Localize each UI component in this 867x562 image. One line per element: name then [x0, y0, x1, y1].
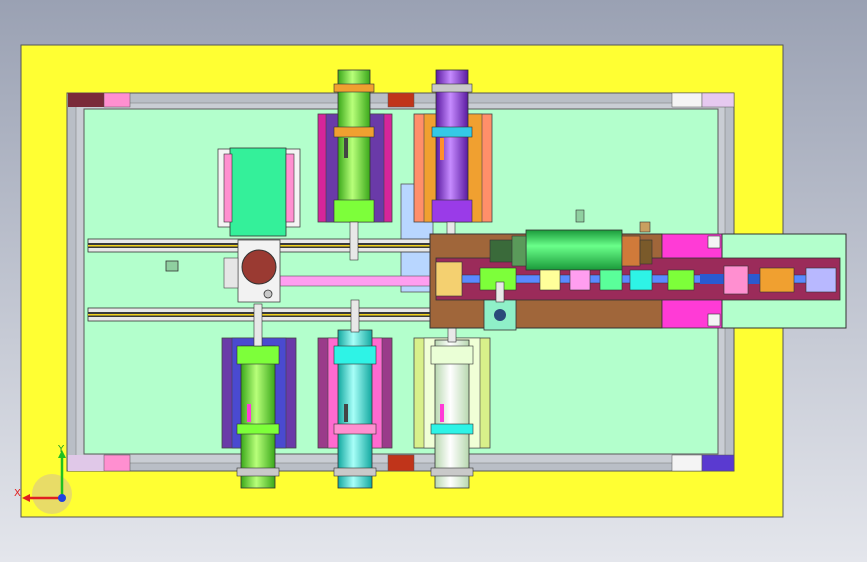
- x-axis-label: X: [14, 488, 21, 499]
- z-axis-dot-icon: [58, 494, 66, 502]
- drive-motor[interactable]: [489, 229, 653, 271]
- terminal-box[interactable]: [217, 147, 301, 237]
- cad-viewport[interactable]: Y X: [0, 0, 867, 562]
- assembly-drawing: Y X: [0, 0, 867, 562]
- slide-rod[interactable]: [279, 275, 433, 287]
- sensor-bracket: [165, 260, 179, 272]
- y-axis-label: Y: [57, 444, 65, 455]
